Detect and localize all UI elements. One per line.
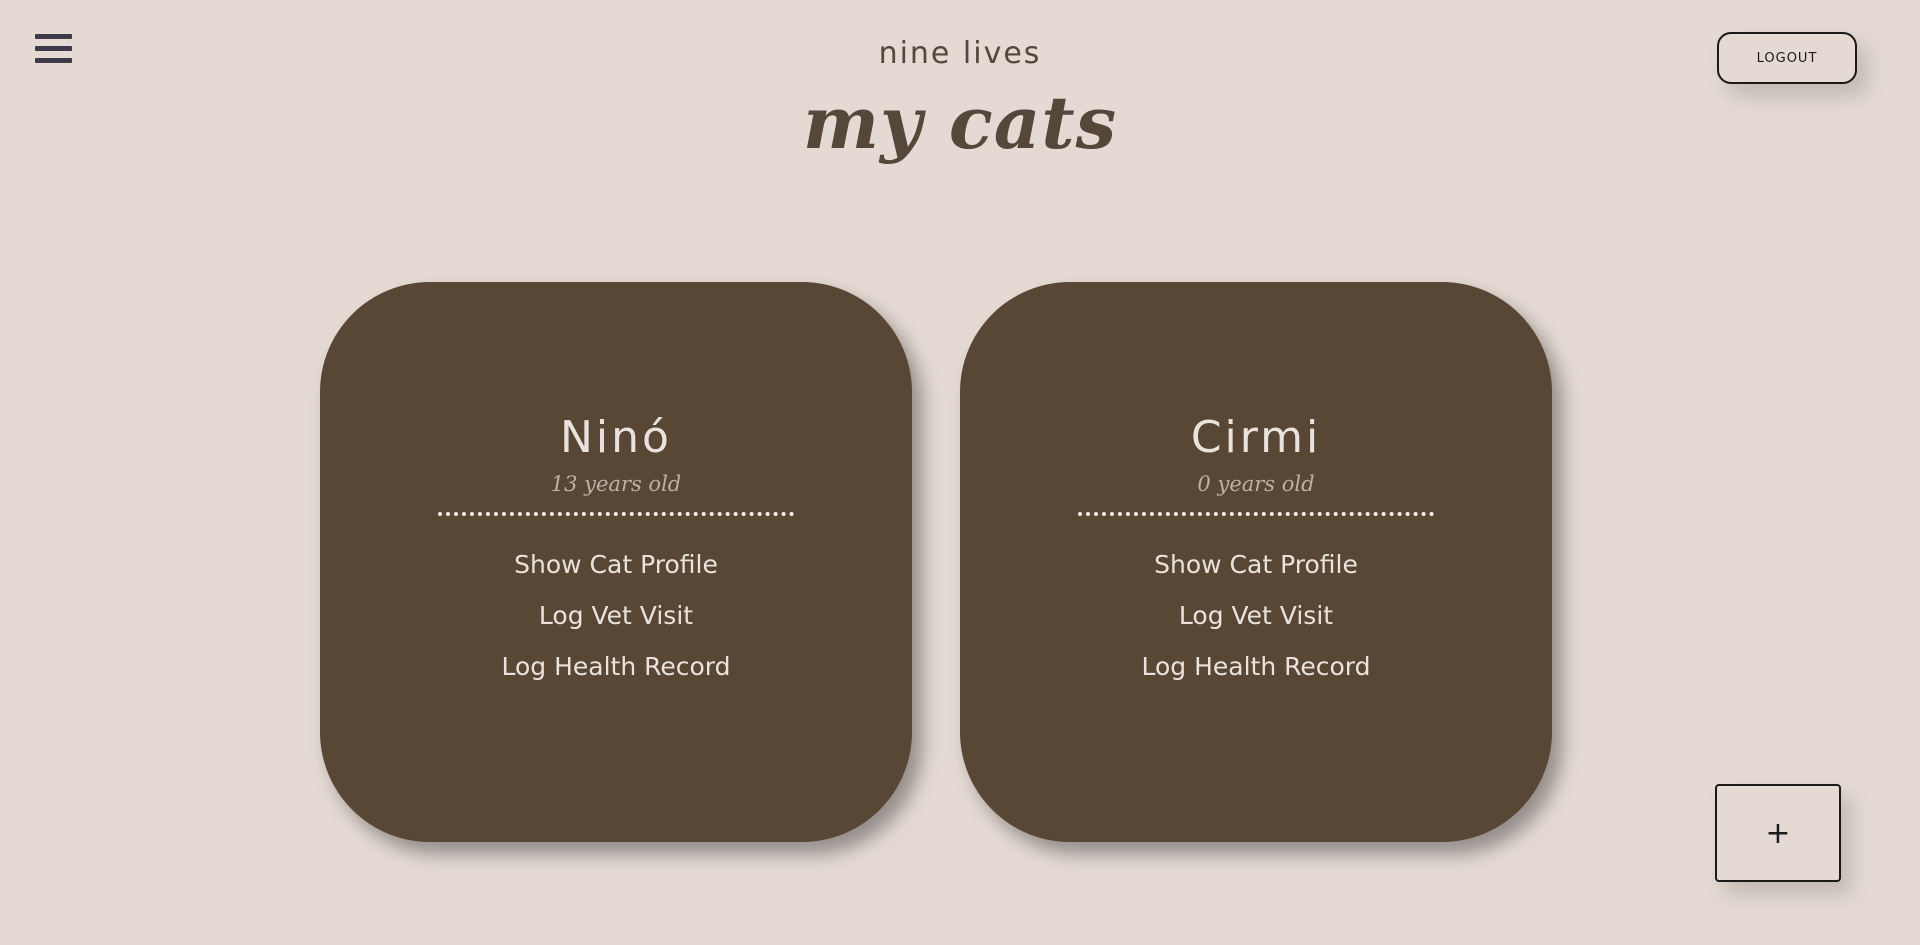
cat-name: Ninó — [560, 412, 672, 463]
brand-name: nine lives — [878, 36, 1042, 71]
cat-age: 0 years old — [1197, 472, 1315, 496]
page-title: my cats — [802, 80, 1118, 165]
page: nine lives my cats LOGOUT Ninó 13 years … — [0, 0, 1920, 945]
add-cat-button[interactable]: + — [1715, 784, 1841, 882]
cat-age: 13 years old — [550, 472, 682, 496]
log-health-record-link[interactable]: Log Health Record — [501, 654, 730, 679]
plus-icon: + — [1765, 815, 1791, 851]
log-vet-visit-link[interactable]: Log Vet Visit — [539, 603, 693, 628]
dotted-divider — [1078, 512, 1434, 516]
cat-card: Cirmi 0 years old Show Cat Profile Log V… — [960, 282, 1552, 842]
dotted-divider — [438, 512, 794, 516]
log-health-record-link[interactable]: Log Health Record — [1141, 654, 1370, 679]
cat-card: Ninó 13 years old Show Cat Profile Log V… — [320, 282, 912, 842]
show-cat-profile-link[interactable]: Show Cat Profile — [1154, 552, 1358, 577]
show-cat-profile-link[interactable]: Show Cat Profile — [514, 552, 718, 577]
logout-button[interactable]: LOGOUT — [1717, 32, 1857, 84]
log-vet-visit-link[interactable]: Log Vet Visit — [1179, 603, 1333, 628]
cat-name: Cirmi — [1190, 412, 1322, 463]
